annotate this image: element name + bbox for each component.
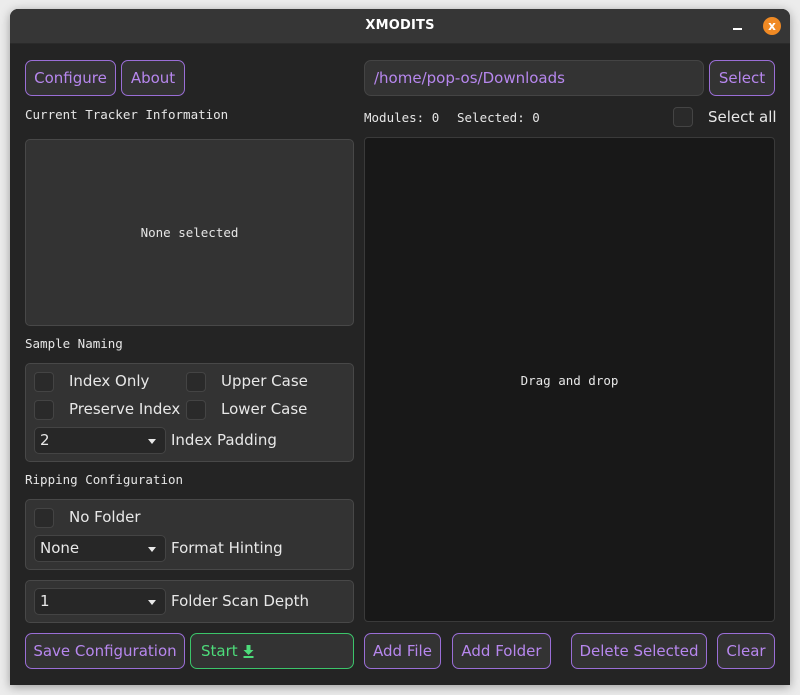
upper-case-label: Upper Case [221,372,308,390]
modules-count: Modules: 0 [364,110,440,125]
index-padding-select[interactable]: 2 [34,427,166,454]
chevron-down-icon [148,600,156,605]
tracker-info-text: None selected [140,225,239,240]
module-dropzone[interactable]: Drag and drop [364,137,775,622]
lower-case-checkbox[interactable] [186,400,206,420]
index-only-checkbox[interactable] [34,372,54,392]
select-button[interactable]: Select [709,60,775,96]
upper-case-checkbox[interactable] [186,372,206,392]
start-label: Start [201,642,238,660]
ripping-config-panel: No Folder None Format Hinting [25,499,354,570]
index-padding-label: Index Padding [171,431,277,449]
selected-count: Selected: 0 [457,110,540,125]
format-hinting-label: Format Hinting [171,539,283,557]
index-padding-value: 2 [40,431,50,449]
add-file-button[interactable]: Add File [364,633,441,669]
dropzone-text: Drag and drop [520,373,619,388]
tracker-info-panel: None selected [25,139,354,326]
title-bar: XMODITS x [10,9,790,44]
minimize-icon[interactable] [733,24,743,34]
format-hinting-value: None [40,539,80,557]
download-icon [243,644,254,658]
preserve-index-label: Preserve Index [69,400,181,418]
delete-selected-button[interactable]: Delete Selected [571,633,707,669]
no-folder-checkbox[interactable] [34,508,54,528]
scan-depth-value: 1 [40,592,50,610]
scan-depth-label: Folder Scan Depth [171,592,310,610]
chevron-down-icon [148,547,156,552]
tracker-info-heading: Current Tracker Information [25,107,229,122]
add-folder-button[interactable]: Add Folder [452,633,551,669]
scan-depth-select[interactable]: 1 [34,588,166,615]
sample-naming-heading: Sample Naming [25,336,123,351]
select-all-label: Select all [708,108,777,126]
ripping-config-heading: Ripping Configuration [25,472,184,487]
configure-button[interactable]: Configure [25,60,116,96]
scan-depth-panel: 1 Folder Scan Depth [25,580,354,623]
window-title: XMODITS [365,18,435,33]
select-all-checkbox[interactable] [673,107,693,127]
index-only-label: Index Only [69,372,150,390]
app-window: XMODITS x Configure About Current Tracke… [10,9,790,685]
clear-button[interactable]: Clear [717,633,775,669]
save-configuration-button[interactable]: Save Configuration [25,633,185,669]
sample-naming-panel: Index Only Upper Case Preserve Index Low… [25,363,354,462]
chevron-down-icon [148,439,156,444]
no-folder-label: No Folder [69,508,141,526]
about-button[interactable]: About [121,60,185,96]
format-hinting-select[interactable]: None [34,535,166,562]
preserve-index-checkbox[interactable] [34,400,54,420]
close-icon[interactable]: x [763,17,781,35]
start-button[interactable]: Start [190,633,354,669]
lower-case-label: Lower Case [221,400,308,418]
directory-path-input[interactable]: /home/pop-os/Downloads [364,60,704,96]
